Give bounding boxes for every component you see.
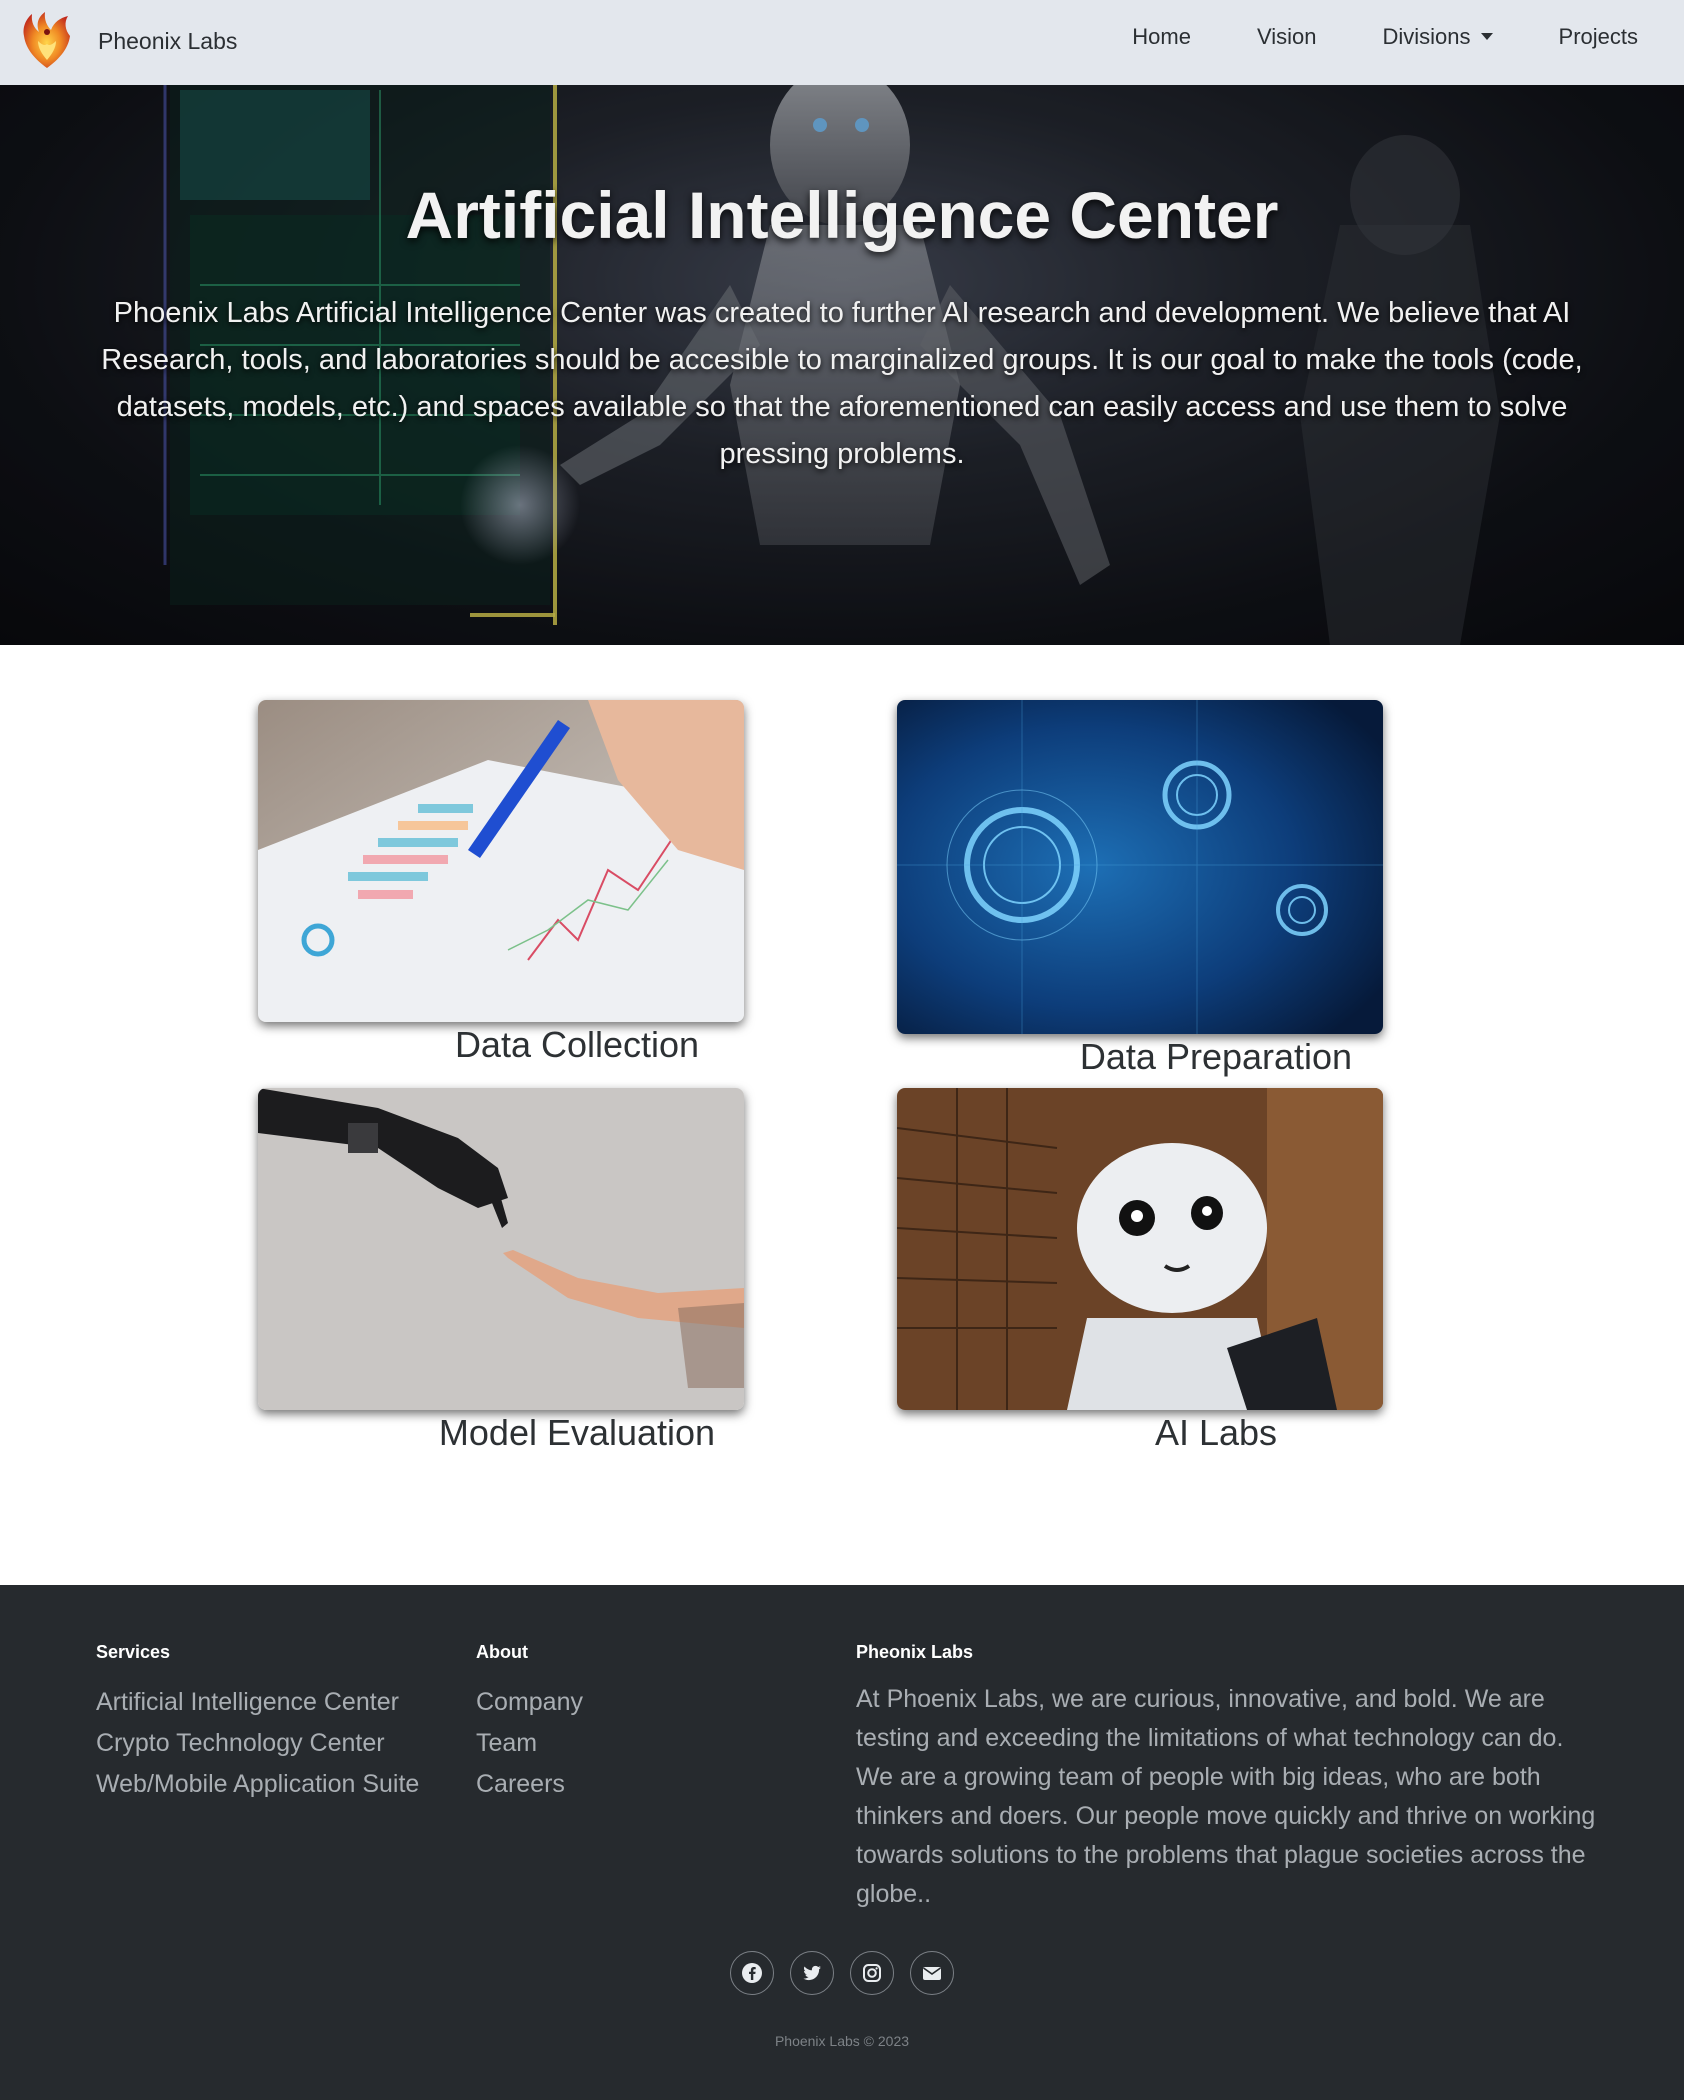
- facebook-icon: [742, 1963, 762, 1983]
- footer-company-text: At Phoenix Labs, we are curious, innovat…: [856, 1685, 1596, 1908]
- nav-links: Home Vision Divisions Projects: [1132, 24, 1638, 50]
- card-title-ai-labs[interactable]: AI Labs: [966, 1412, 1466, 1454]
- hero-title: Artificial Intelligence Center: [405, 178, 1279, 252]
- instagram-button[interactable]: [850, 1951, 894, 1995]
- brand-name: Pheonix Labs: [98, 27, 238, 54]
- card-title-model-evaluation[interactable]: Model Evaluation: [327, 1412, 827, 1454]
- caret-down-icon: [1480, 32, 1493, 40]
- facebook-button[interactable]: [730, 1951, 774, 1995]
- card-title-data-collection[interactable]: Data Collection: [327, 1024, 827, 1066]
- card-title-data-preparation[interactable]: Data Preparation: [966, 1036, 1466, 1078]
- footer-link-team[interactable]: Team: [476, 1723, 583, 1764]
- hero-section: Artificial Intelligence Center Phoenix L…: [0, 85, 1684, 645]
- footer: Services Artificial Intelligence Center …: [0, 1585, 1684, 2100]
- copyright-text: Phoenix Labs © 2023: [774, 2033, 910, 2049]
- footer-link-app-suite[interactable]: Web/Mobile Application Suite: [96, 1764, 419, 1805]
- nav-divisions-label: Divisions: [1382, 24, 1471, 49]
- model-evaluation-image: [258, 1088, 744, 1410]
- email-button[interactable]: [910, 1951, 954, 1995]
- footer-link-crypto-center[interactable]: Crypto Technology Center: [96, 1723, 419, 1764]
- nav-vision-link[interactable]: Vision: [1257, 24, 1317, 50]
- card-data-collection[interactable]: [258, 700, 744, 1022]
- footer-about-list: Company Team Careers: [476, 1682, 583, 1805]
- nav-projects-link[interactable]: Projects: [1559, 24, 1638, 50]
- data-collection-image: [258, 700, 744, 1022]
- nav-divisions-dropdown[interactable]: Divisions: [1382, 24, 1493, 50]
- footer-link-company[interactable]: Company: [476, 1682, 583, 1723]
- instagram-icon: [863, 1964, 881, 1982]
- phoenix-logo-icon: [23, 12, 70, 68]
- hero-description: Phoenix Labs Artificial Intelligence Cen…: [101, 297, 1583, 470]
- footer-link-ai-center[interactable]: Artificial Intelligence Center: [96, 1682, 419, 1723]
- ai-labs-image: [897, 1088, 1383, 1410]
- footer-about-heading: About: [476, 1642, 528, 1662]
- nav-home-link[interactable]: Home: [1132, 24, 1191, 50]
- brand[interactable]: Pheonix Labs: [18, 10, 237, 72]
- envelope-icon: [923, 1967, 941, 1980]
- footer-link-careers[interactable]: Careers: [476, 1764, 583, 1805]
- card-data-preparation[interactable]: [897, 700, 1383, 1034]
- card-ai-labs[interactable]: [897, 1088, 1383, 1410]
- twitter-button[interactable]: [790, 1951, 834, 1995]
- navbar: Pheonix Labs Home Vision Divisions Proje…: [0, 0, 1684, 85]
- card-model-evaluation[interactable]: [258, 1088, 744, 1410]
- footer-company-heading: Pheonix Labs: [856, 1642, 974, 1662]
- footer-services-list: Artificial Intelligence Center Crypto Te…: [96, 1682, 419, 1805]
- twitter-icon: [803, 1965, 821, 1981]
- data-preparation-image: [897, 700, 1383, 1034]
- social-links: [730, 1951, 970, 1995]
- footer-services-heading: Services: [96, 1642, 171, 1662]
